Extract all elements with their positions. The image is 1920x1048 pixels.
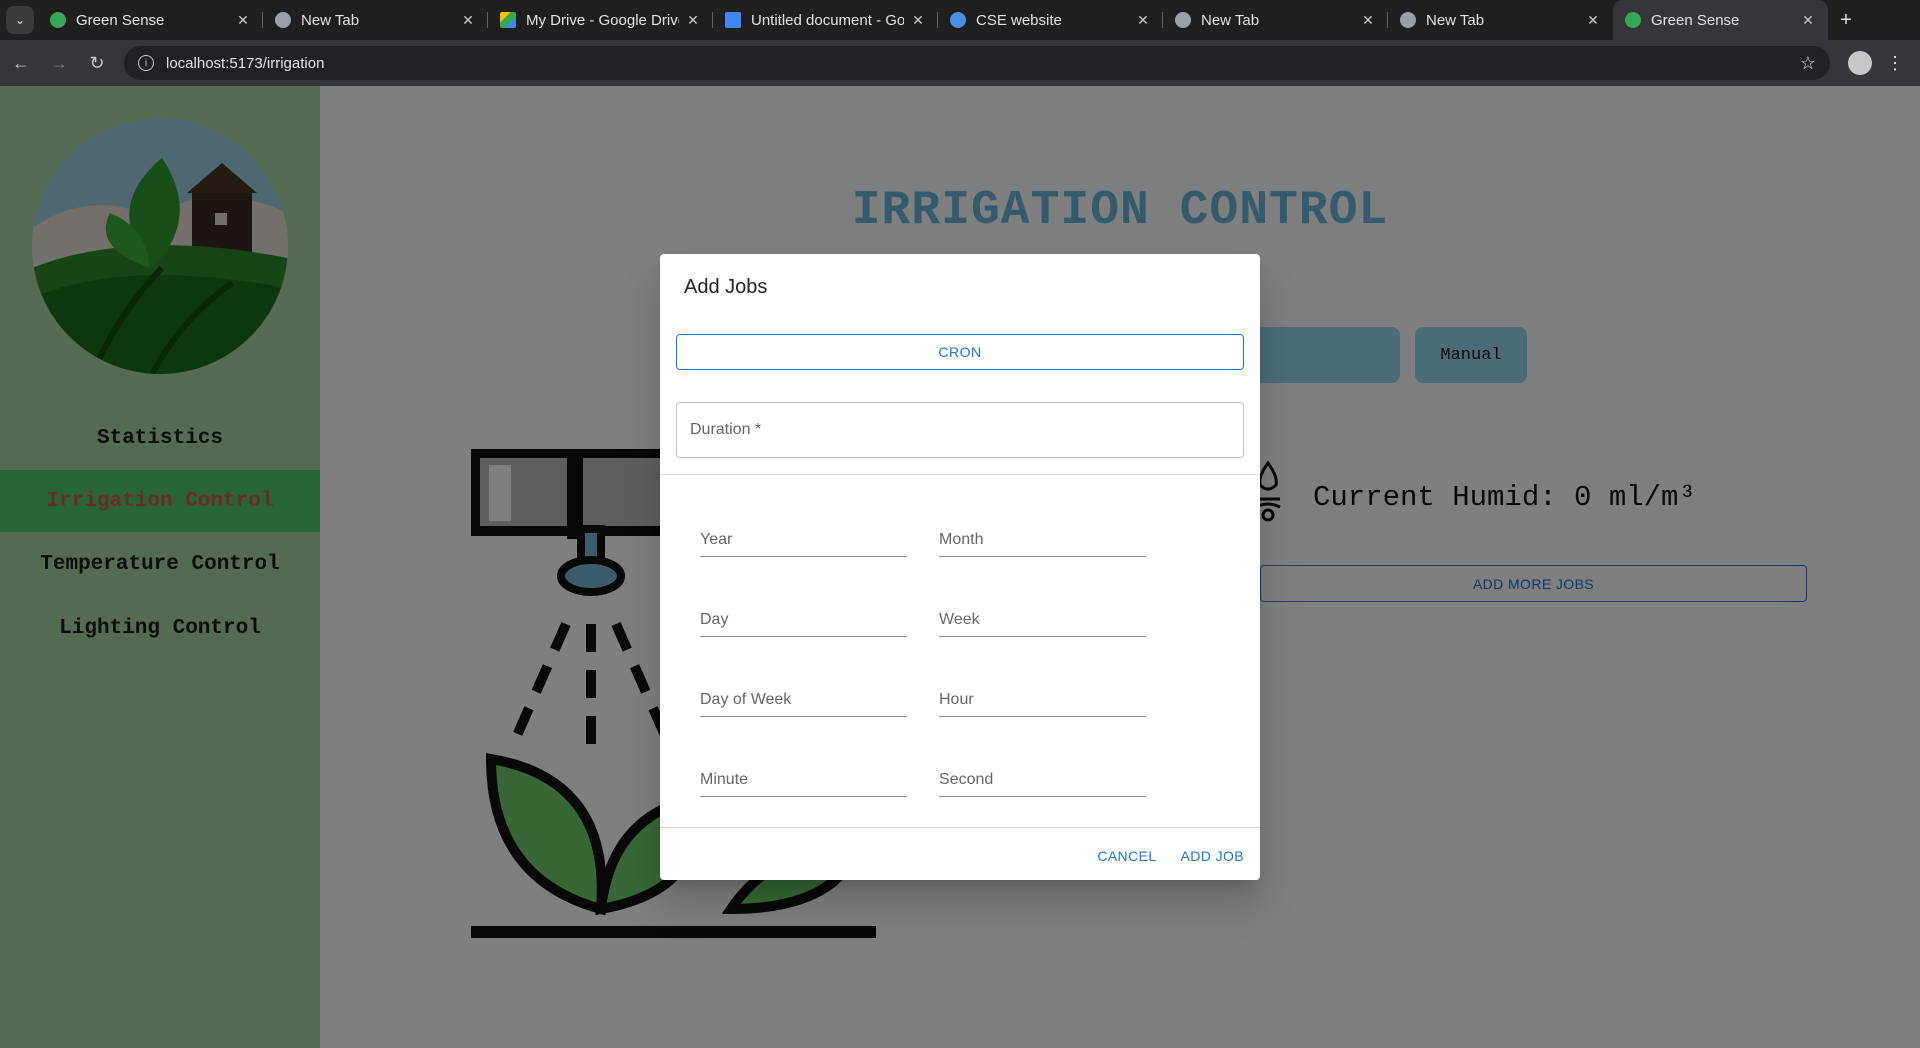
- back-icon[interactable]: ←: [4, 46, 38, 80]
- tab-new-tab-2[interactable]: New Tab ✕: [1163, 0, 1388, 40]
- tab-title: New Tab: [301, 11, 360, 29]
- browser-tab-bar: ⌄ Green Sense ✕ New Tab ✕ My Drive - Goo…: [0, 0, 1920, 40]
- hour-field[interactable]: Hour: [939, 683, 1146, 717]
- drive-icon: [500, 12, 516, 28]
- tab-title: My Drive - Google Drive: [526, 11, 679, 29]
- close-icon[interactable]: ✕: [1135, 12, 1151, 29]
- chrome-icon: [275, 12, 291, 28]
- day-of-week-field[interactable]: Day of Week: [700, 683, 907, 717]
- tab-google-drive[interactable]: My Drive - Google Drive ✕: [488, 0, 713, 40]
- site-info-icon[interactable]: i: [138, 55, 154, 71]
- browser-toolbar: ← → ↻ i localhost:5173/irrigation ☆ ⋮: [0, 40, 1920, 86]
- tab-title: CSE website: [976, 11, 1062, 29]
- forward-icon[interactable]: →: [42, 46, 76, 80]
- minute-field[interactable]: Minute: [700, 763, 907, 797]
- chrome-icon: [1400, 12, 1416, 28]
- week-field[interactable]: Week: [939, 603, 1146, 637]
- add-job-button[interactable]: ADD JOB: [1181, 848, 1244, 864]
- year-field[interactable]: Year: [700, 523, 907, 557]
- tab-cse-website[interactable]: CSE website ✕: [938, 0, 1163, 40]
- duration-field[interactable]: Duration *: [676, 402, 1244, 458]
- tab-new-tab-3[interactable]: New Tab ✕: [1388, 0, 1613, 40]
- profile-avatar[interactable]: [1848, 51, 1872, 75]
- tab-title: Untitled document - Google Docs: [751, 11, 904, 29]
- new-tab-icon[interactable]: +: [1832, 6, 1860, 34]
- tab-search-icon[interactable]: ⌄: [6, 6, 34, 34]
- address-bar[interactable]: i localhost:5173/irrigation ☆: [124, 46, 1830, 80]
- tab-title: Green Sense: [76, 11, 165, 29]
- close-icon[interactable]: ✕: [1360, 12, 1376, 29]
- site-icon: [950, 12, 966, 28]
- close-icon[interactable]: ✕: [910, 12, 926, 29]
- close-icon[interactable]: ✕: [235, 12, 251, 29]
- close-icon[interactable]: ✕: [685, 12, 701, 29]
- docs-icon: [725, 12, 741, 28]
- tab-green-sense-active[interactable]: Green Sense ✕: [1613, 0, 1828, 40]
- chrome-icon: [50, 12, 66, 28]
- close-icon[interactable]: ✕: [460, 12, 476, 29]
- dialog-actions: CANCEL ADD JOB: [1097, 848, 1244, 864]
- tab-green-sense-1[interactable]: Green Sense ✕: [38, 0, 263, 40]
- tab-title: Green Sense: [1651, 11, 1740, 29]
- add-jobs-dialog: Add Jobs CRON Duration * Year Month Day …: [660, 254, 1260, 880]
- chrome-icon: [1625, 12, 1641, 28]
- tab-title: New Tab: [1426, 11, 1485, 29]
- chrome-icon: [1175, 12, 1191, 28]
- url-text: localhost:5173/irrigation: [166, 54, 325, 72]
- dialog-divider-top: [660, 474, 1260, 475]
- second-field[interactable]: Second: [939, 763, 1146, 797]
- reload-icon[interactable]: ↻: [80, 46, 114, 80]
- cron-button[interactable]: CRON: [676, 334, 1244, 370]
- close-icon[interactable]: ✕: [1585, 12, 1601, 29]
- close-icon[interactable]: ✕: [1800, 12, 1816, 29]
- day-field[interactable]: Day: [700, 603, 907, 637]
- tab-title: New Tab: [1201, 11, 1260, 29]
- tab-google-docs[interactable]: Untitled document - Google Docs ✕: [713, 0, 938, 40]
- cancel-button[interactable]: CANCEL: [1097, 848, 1156, 864]
- dialog-title: Add Jobs: [684, 276, 768, 298]
- dialog-divider-bottom: [660, 827, 1260, 828]
- month-field[interactable]: Month: [939, 523, 1146, 557]
- menu-kebab-icon[interactable]: ⋮: [1886, 53, 1904, 74]
- bookmark-star-icon[interactable]: ☆: [1800, 53, 1816, 74]
- tab-strip: Green Sense ✕ New Tab ✕ My Drive - Googl…: [38, 0, 1828, 40]
- tab-new-tab-1[interactable]: New Tab ✕: [263, 0, 488, 40]
